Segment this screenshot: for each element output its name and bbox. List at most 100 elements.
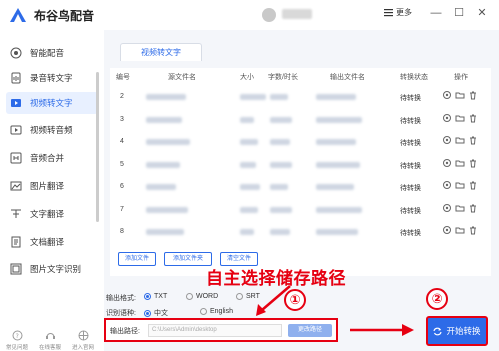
radio-unchecked: [200, 308, 207, 315]
lang-option-english[interactable]: English: [200, 308, 233, 315]
settings-icon[interactable]: [442, 203, 452, 213]
add-file-button[interactable]: 添加文件: [118, 252, 156, 266]
blurred-cell: [270, 116, 292, 123]
row-status: 待转换: [400, 162, 421, 170]
table-row[interactable]: 7 待转换: [110, 199, 491, 221]
service-icon: [45, 333, 55, 339]
image-translate-icon: [10, 181, 22, 191]
change-path-button[interactable]: 更改路径: [288, 324, 332, 337]
sidebar-item-label: 录音转文字: [30, 73, 73, 83]
table-row[interactable]: 8 待转换: [110, 221, 491, 243]
add-folder-button[interactable]: 添加文件夹: [164, 252, 212, 266]
delete-icon[interactable]: [468, 90, 478, 100]
row-status: 待转换: [400, 230, 421, 237]
sidebar-item-label: 文字翻译: [30, 209, 65, 219]
delete-icon[interactable]: [468, 225, 478, 235]
folder-icon[interactable]: [455, 180, 465, 190]
sidebar-item-smart-dubbing[interactable]: 智能配音: [10, 42, 96, 64]
sidebar-item-video-to-text[interactable]: 视频转文字: [6, 92, 98, 114]
settings-icon[interactable]: [442, 135, 452, 145]
format-option-txt[interactable]: TXT: [144, 293, 167, 300]
sidebar-item-label: 文档翻译: [30, 237, 65, 247]
more-label: 更多: [396, 8, 412, 17]
blurred-cell: [316, 206, 362, 213]
website-button[interactable]: 进入官网: [68, 330, 98, 351]
sidebar-item-text-translate[interactable]: 文字翻译: [10, 203, 96, 225]
lang-option-chinese[interactable]: 中文: [144, 308, 168, 318]
video-file-icon: [11, 99, 21, 107]
annotation-text: 自主选择储存路径: [206, 269, 346, 288]
delete-icon[interactable]: [468, 180, 478, 190]
close-icon[interactable]: ✕: [474, 5, 490, 21]
more-menu[interactable]: 更多: [384, 7, 412, 18]
help-label: 常见问题: [5, 345, 28, 351]
delete-icon[interactable]: [468, 158, 478, 168]
recognition-language-label: 识别语种:: [106, 310, 136, 317]
avatar[interactable]: [262, 8, 276, 22]
app-logo-icon: [10, 8, 26, 22]
blurred-cell: [270, 161, 292, 168]
table-row[interactable]: 5 待转换: [110, 154, 491, 176]
folder-icon[interactable]: [455, 113, 465, 123]
sidebar-scrollbar[interactable]: [96, 72, 99, 222]
folder-icon[interactable]: [455, 203, 465, 213]
settings-icon[interactable]: [442, 158, 452, 168]
radio-unchecked: [186, 293, 193, 300]
blurred-cell: [146, 206, 188, 213]
sidebar-item-label: 图片翻译: [30, 181, 65, 191]
minimize-icon[interactable]: —: [428, 5, 444, 21]
blurred-cell: [270, 94, 288, 100]
sidebar-item-audio-merge[interactable]: 音频合并: [10, 147, 96, 169]
maximize-icon[interactable]: ☐: [451, 5, 467, 21]
row-actions: [442, 135, 478, 145]
blurred-cell: [146, 94, 186, 100]
table-row[interactable]: 6 待转换: [110, 176, 491, 198]
lang-chinese-label: 中文: [154, 310, 168, 317]
radio-checked: [144, 309, 151, 317]
folder-icon[interactable]: [455, 90, 465, 100]
delete-icon[interactable]: [468, 203, 478, 213]
output-path-input[interactable]: C:\Users\Admin\desktop: [148, 324, 282, 337]
row-number: 8: [120, 228, 124, 235]
folder-icon[interactable]: [455, 158, 465, 168]
blurred-cell: [146, 116, 182, 123]
settings-icon[interactable]: [442, 113, 452, 123]
table-row[interactable]: 3 待转换: [110, 109, 491, 131]
delete-icon[interactable]: [468, 113, 478, 123]
table-row[interactable]: 4 待转换: [110, 131, 491, 153]
settings-icon[interactable]: [442, 225, 452, 235]
format-option-word[interactable]: WORD: [186, 293, 218, 300]
help-button[interactable]: ? 常见问题: [2, 330, 32, 351]
settings-icon[interactable]: [442, 180, 452, 190]
title-bar: 布谷鸟配音 更多 — ☐ ✕: [0, 0, 499, 30]
folder-icon[interactable]: [455, 135, 465, 145]
sidebar-item-ocr[interactable]: 图片文字识别: [10, 258, 96, 280]
username: [282, 9, 312, 19]
sidebar-item-label: 图片文字识别: [30, 264, 82, 274]
table-row[interactable]: 2 待转换: [110, 86, 491, 108]
convert-icon: [433, 327, 443, 335]
tab-video-to-text[interactable]: 视频转文字: [120, 43, 202, 61]
text-translate-icon: [11, 209, 21, 218]
format-option-srt[interactable]: SRT: [236, 293, 260, 300]
blurred-cell: [146, 229, 184, 235]
format-srt-label: SRT: [246, 293, 260, 300]
delete-icon[interactable]: [468, 135, 478, 145]
row-status: 待转换: [400, 140, 421, 147]
blurred-cell: [270, 229, 290, 235]
sidebar-item-doc-translate[interactable]: 文档翻译: [10, 231, 96, 253]
sidebar-item-recording-to-text[interactable]: 录音转文字: [10, 67, 96, 89]
row-status: 待转换: [400, 185, 421, 192]
audio-file-icon: [11, 72, 21, 84]
row-number: 4: [120, 138, 124, 145]
online-service-button[interactable]: 在线客服: [35, 330, 65, 351]
settings-icon[interactable]: [442, 90, 452, 100]
folder-icon[interactable]: [455, 225, 465, 235]
start-convert-button[interactable]: 开始转换: [426, 316, 488, 346]
lang-english-label: English: [210, 308, 233, 315]
sidebar-item-video-to-audio[interactable]: 视频转音频: [10, 119, 96, 141]
blurred-cell: [146, 161, 180, 168]
sidebar-item-image-translate[interactable]: 图片翻译: [10, 175, 96, 197]
blurred-cell: [240, 206, 258, 213]
table-header: 编号 源文件名 大小 字数/时长 输出文件名 转换状态 操作: [110, 70, 491, 84]
